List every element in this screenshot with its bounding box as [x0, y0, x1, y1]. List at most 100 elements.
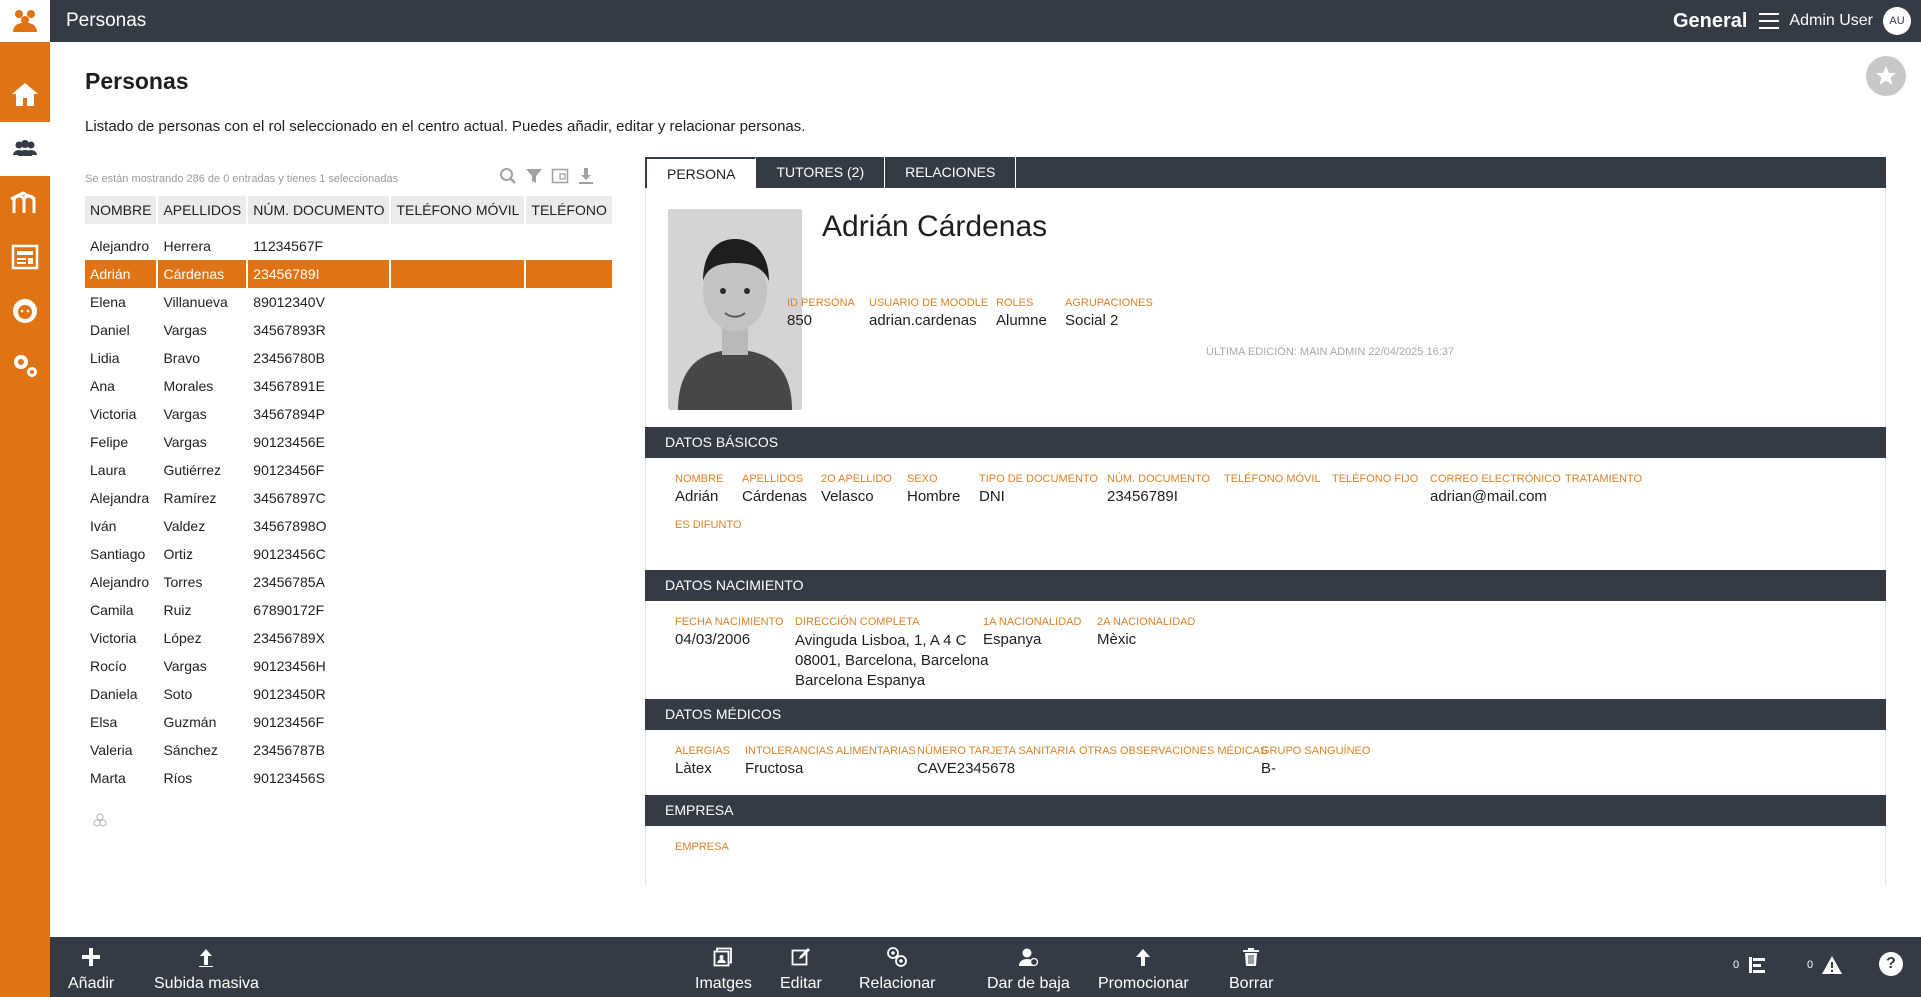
table-cell: Valdez: [157, 512, 249, 540]
table-cell: [390, 680, 527, 708]
sidebar-item-moodle[interactable]: [0, 176, 50, 230]
table-cell: 23456789I: [247, 260, 392, 288]
plus-icon: [79, 945, 103, 969]
table-row[interactable]: Daniel Vargas 34567893R: [85, 316, 614, 344]
sidebar-item-students[interactable]: [0, 284, 50, 338]
table-cell: Daniel: [85, 316, 159, 344]
field-value: Hombre: [907, 488, 961, 505]
table-cell: [390, 372, 527, 400]
table-row[interactable]: Ana Morales 34567891E: [85, 372, 614, 400]
columns-icon[interactable]: [550, 166, 570, 186]
edit-button[interactable]: Editar: [780, 945, 822, 993]
table-row[interactable]: Iván Valdez 34567898O: [85, 512, 614, 540]
column-header[interactable]: NÚM. DOCUMENTO: [247, 196, 392, 224]
table-cell: Bravo: [157, 344, 249, 372]
table-row[interactable]: Elena Villanueva 89012340V: [85, 288, 614, 316]
table-cell: Vargas: [157, 428, 249, 456]
field-value: Adrián: [675, 488, 719, 505]
app-logo[interactable]: [0, 0, 50, 42]
table-row[interactable]: Victoria López 23456789X: [85, 624, 614, 652]
tab-persona[interactable]: PERSONA: [645, 157, 757, 188]
table-cell: Torres: [157, 568, 249, 596]
table-cell: [525, 596, 614, 624]
table-cell: Vargas: [157, 652, 249, 680]
section-medical-header[interactable]: DATOS MÉDICOS: [645, 699, 1886, 730]
field-label: APELLIDOS: [742, 473, 804, 485]
download-icon[interactable]: [576, 166, 596, 186]
table-cell: Victoria: [85, 624, 159, 652]
sexo-field: SEXO Hombre: [907, 473, 960, 505]
column-header[interactable]: TELÉFONO: [525, 196, 614, 224]
sidebar-item-home[interactable]: [0, 68, 50, 122]
table-row[interactable]: Alejandro Torres 23456785A: [85, 568, 614, 596]
table-row[interactable]: Felipe Vargas 90123456E: [85, 428, 614, 456]
context-selector[interactable]: General: [1673, 10, 1747, 33]
column-header[interactable]: TELÉFONO MÓVIL: [390, 196, 527, 224]
table-row[interactable]: Marta Ríos 90123456S: [85, 764, 614, 792]
table-row[interactable]: Camila Ruiz 67890172F: [85, 596, 614, 624]
filter-icon[interactable]: [524, 166, 544, 186]
apellidos-field: APELLIDOS Cárdenas: [742, 473, 807, 505]
deregister-button[interactable]: Dar de baja: [987, 945, 1070, 993]
table-row[interactable]: Rocío Vargas 90123456H: [85, 652, 614, 680]
email-field: CORREO ELECTRÓNICO adrian@mail.com: [1430, 473, 1561, 505]
sidebar-item-people[interactable]: [0, 122, 50, 176]
tab-tutores[interactable]: TUTORES (2): [756, 157, 886, 188]
menu-icon[interactable]: [1759, 13, 1780, 29]
table-row[interactable]: Laura Gutiérrez 90123456F: [85, 456, 614, 484]
treatment-field: TRATAMIENTO: [1565, 473, 1642, 488]
section-birth-header[interactable]: DATOS NACIMIENTO: [645, 570, 1886, 601]
field-label: TIPO DE DOCUMENTO: [979, 473, 1098, 485]
relate-button[interactable]: Relacionar: [859, 945, 935, 993]
delete-button[interactable]: Borrar: [1229, 945, 1273, 993]
table-cell: Camila: [85, 596, 159, 624]
sidebar-item-news[interactable]: [0, 230, 50, 284]
student-icon: [13, 299, 37, 323]
table-row[interactable]: Daniela Soto 90123450R: [85, 680, 614, 708]
table-row[interactable]: Victoria Vargas 34567894P: [85, 400, 614, 428]
field-value: DNI: [979, 488, 1005, 505]
table-cell: 34567898O: [247, 512, 392, 540]
address-line-2: 08001, Barcelona, Barcelona: [795, 652, 989, 669]
add-button[interactable]: Añadir: [68, 945, 114, 993]
table-cell: Ana: [85, 372, 159, 400]
table-cell: 67890172F: [247, 596, 392, 624]
table-cell: Iván: [85, 512, 159, 540]
last-edit-info: ÚLTIMA EDICIÓN: MAIN ADMIN 22/04/2025 16…: [1206, 346, 1455, 358]
column-header[interactable]: NOMBRE: [85, 196, 159, 224]
person-photo[interactable]: [668, 209, 802, 410]
bulk-upload-button[interactable]: Subida masiva: [154, 945, 259, 993]
table-cell: [390, 344, 527, 372]
user-name[interactable]: Admin User: [1789, 12, 1873, 30]
section-company-header[interactable]: EMPRESA: [645, 795, 1886, 826]
table-cell: [525, 400, 614, 428]
column-header[interactable]: APELLIDOS: [157, 196, 249, 224]
tab-relaciones[interactable]: RELACIONES: [885, 157, 1017, 188]
favorite-button[interactable]: [1866, 56, 1906, 96]
grid-icon[interactable]: [92, 812, 108, 833]
table-cell: Lidia: [85, 344, 159, 372]
field-value: Velasco: [821, 488, 874, 505]
table-row[interactable]: Alejandro Herrera 11234567F: [85, 232, 614, 260]
tasks-counter[interactable]: 0: [1733, 955, 1767, 975]
add-button-label: Añadir: [68, 975, 115, 992]
alerts-counter[interactable]: 0: [1807, 955, 1843, 975]
section-basic-header[interactable]: DATOS BÁSICOS: [645, 427, 1886, 458]
table-cell: 23456789X: [247, 624, 392, 652]
table-row[interactable]: Valeria Sánchez 23456787B: [85, 736, 614, 764]
table-row[interactable]: Santiago Ortiz 90123456C: [85, 540, 614, 568]
promote-button[interactable]: Promocionar: [1098, 945, 1189, 993]
field-value: 850: [787, 312, 813, 329]
settings-icon: [14, 355, 37, 377]
sidebar-item-settings[interactable]: [0, 338, 50, 392]
help-button[interactable]: ?: [1879, 952, 1903, 976]
search-icon[interactable]: [498, 166, 518, 186]
table-row[interactable]: Adrián Cárdenas 23456789I: [85, 260, 614, 288]
table-cell: Marta: [85, 764, 159, 792]
table-row[interactable]: Alejandra Ramírez 34567897C: [85, 484, 614, 512]
images-button[interactable]: Imatges: [695, 945, 752, 993]
table-row[interactable]: Lidia Bravo 23456780B: [85, 344, 614, 372]
table-row[interactable]: Elsa Guzmán 90123456F: [85, 708, 614, 736]
avatar[interactable]: AU: [1883, 7, 1911, 35]
images-button-label: Imatges: [695, 975, 752, 992]
